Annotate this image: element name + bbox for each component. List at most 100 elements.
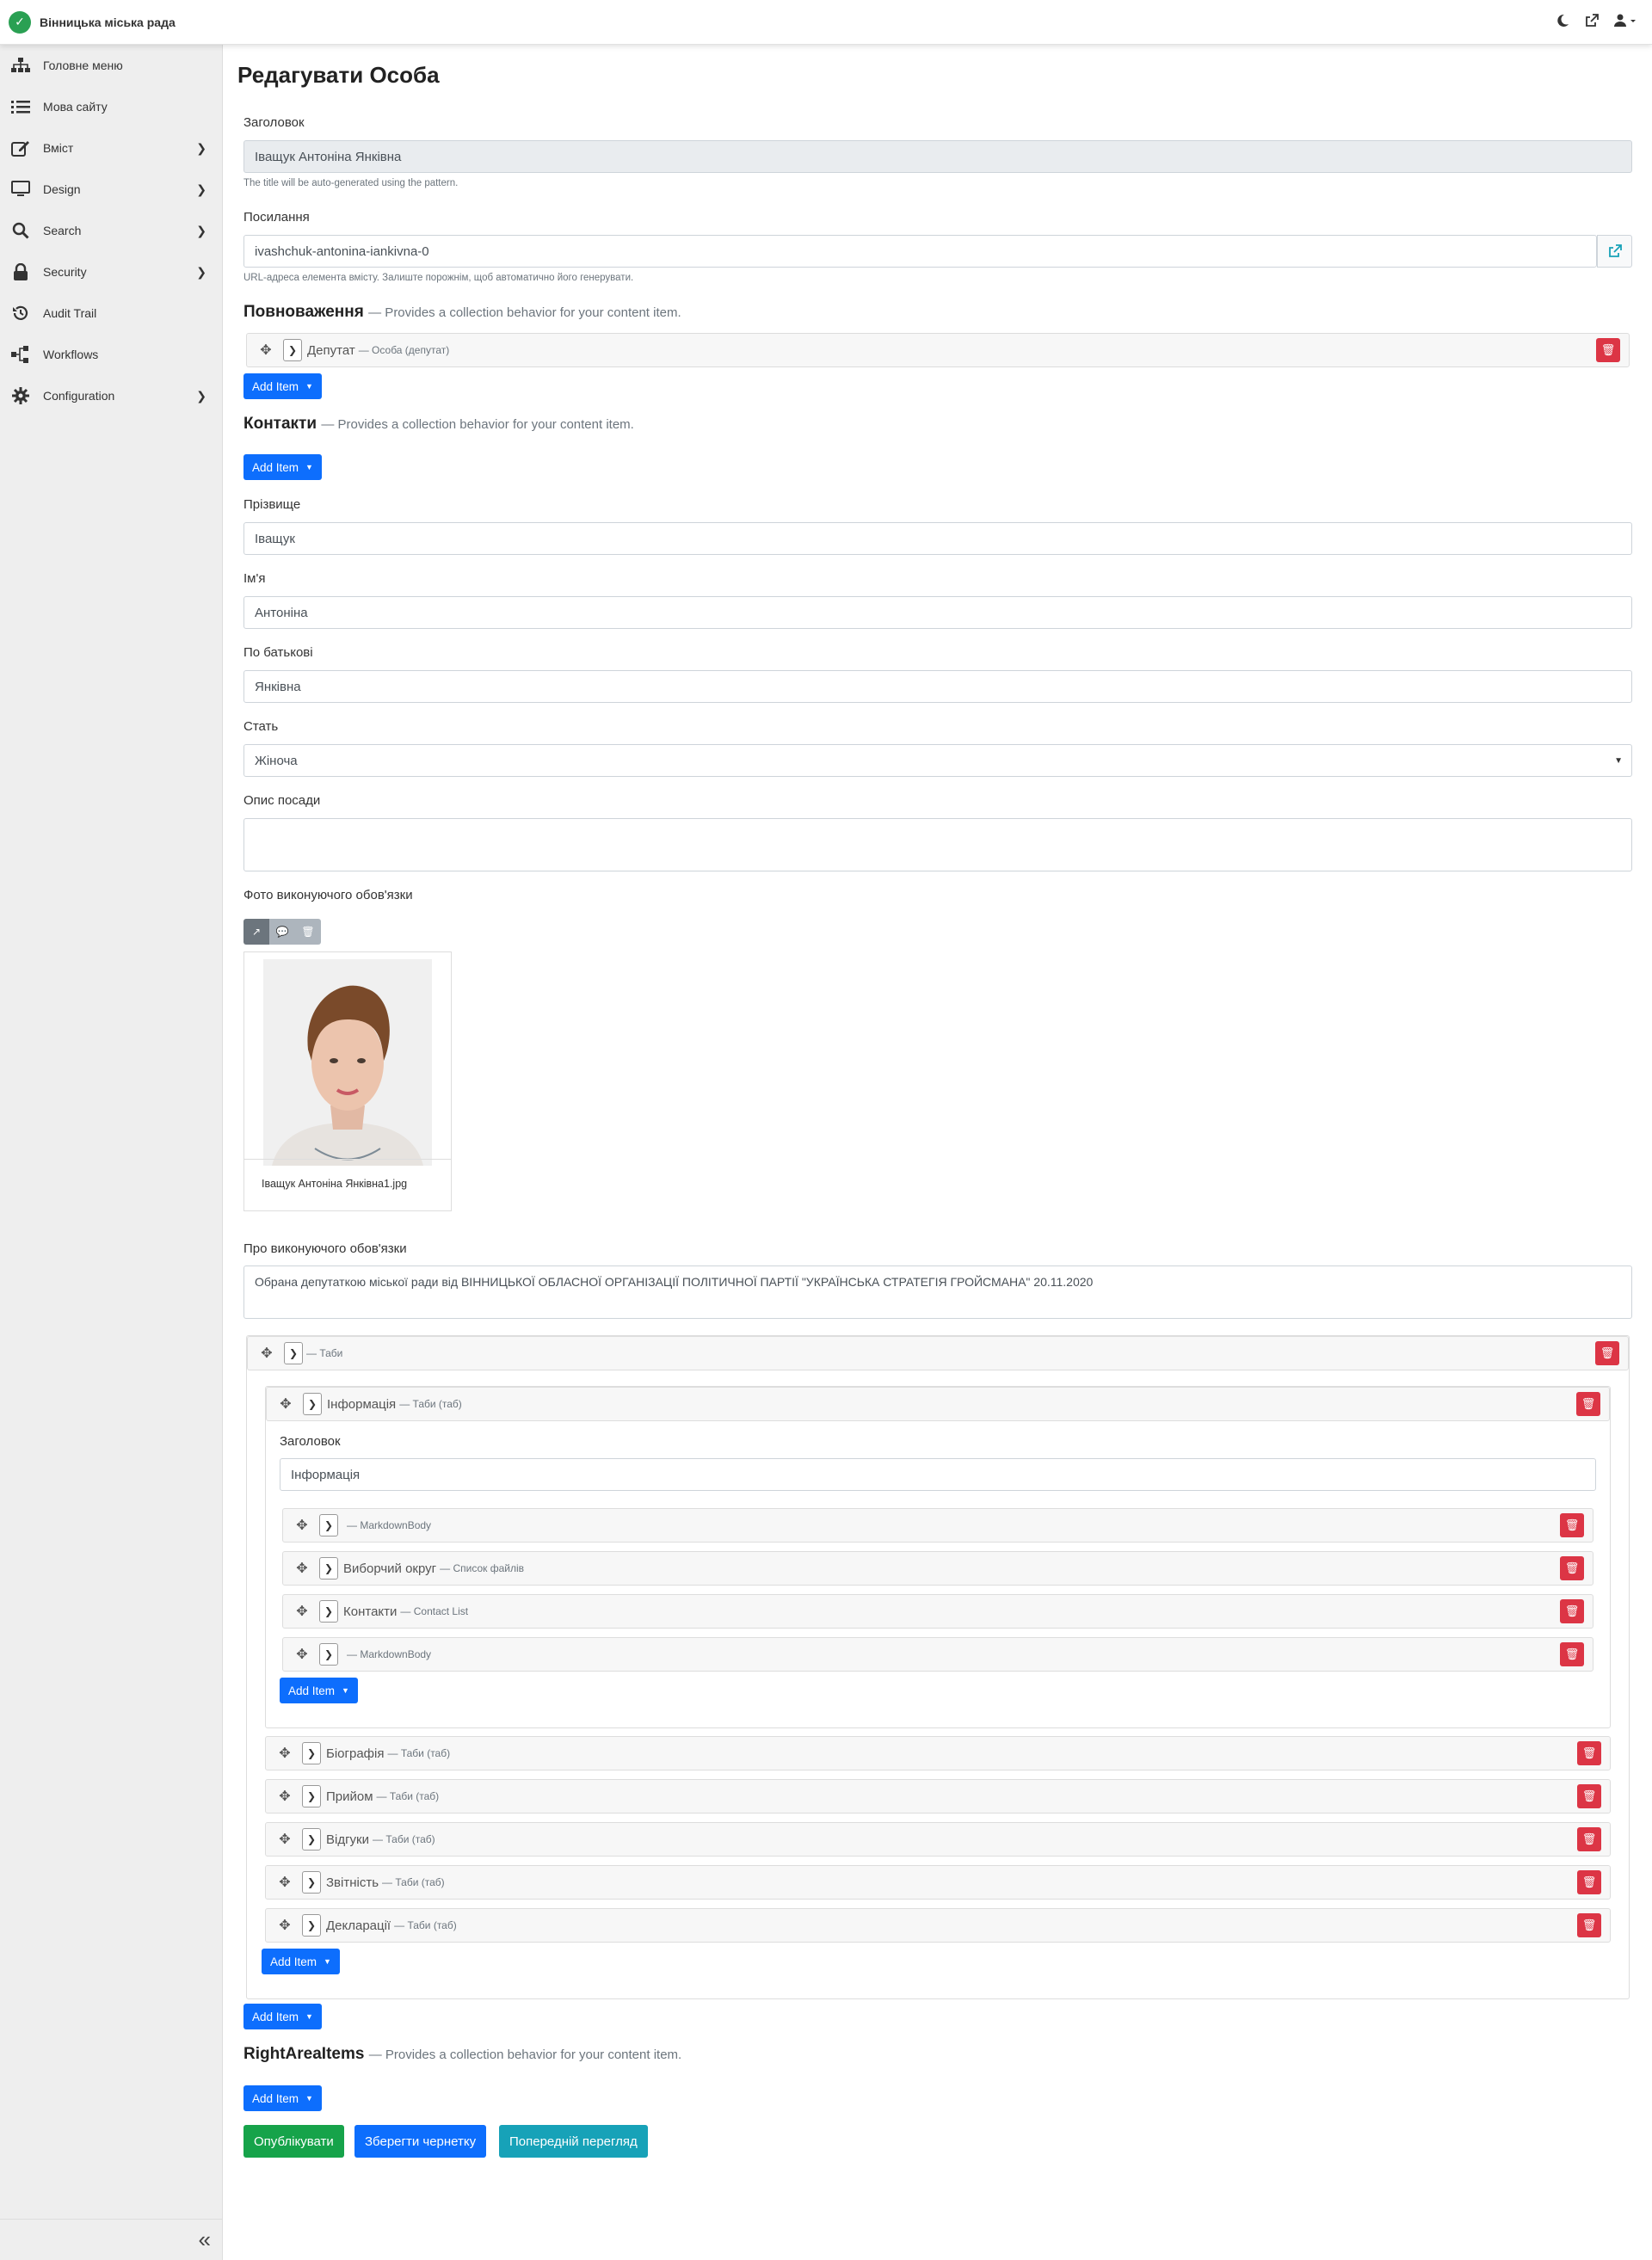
add-item-button[interactable]: Add Item ▼ xyxy=(280,1678,358,1703)
position-textarea[interactable] xyxy=(243,818,1632,871)
patronymic-field[interactable]: Янківна xyxy=(243,670,1632,703)
external-link-icon xyxy=(1608,244,1622,257)
name-label: Ім'я xyxy=(243,571,266,586)
about-textarea[interactable]: Обрана депутаткою міської ради від ВІННИ… xyxy=(243,1265,1632,1319)
chevron-right-icon[interactable]: ❯ xyxy=(302,1785,321,1807)
sidebar-item-design[interactable]: Design ❯ xyxy=(0,169,222,210)
chevron-right-icon[interactable]: ❯ xyxy=(319,1600,338,1623)
chevron-right-icon[interactable]: ❯ xyxy=(302,1828,321,1850)
drag-handle-icon[interactable]: ✥ xyxy=(276,1788,293,1805)
crop-icon[interactable]: ↗ xyxy=(243,919,269,945)
link-hint: URL-адреса елемента вмісту. Залиште поро… xyxy=(243,273,634,283)
chevron-right-icon[interactable]: ❯ xyxy=(302,1871,321,1894)
sidebar-item-мова-сайту[interactable]: Мова сайту xyxy=(0,86,222,127)
drag-handle-icon[interactable]: ✥ xyxy=(276,1874,293,1891)
preview-button[interactable]: Попередній перегляд xyxy=(499,2125,648,2158)
sidebar-item-label: Search xyxy=(43,224,82,237)
drag-handle-icon[interactable]: ✥ xyxy=(293,1560,311,1577)
drag-handle-icon[interactable]: ✥ xyxy=(257,342,274,359)
delete-item-button[interactable]: 🗑 xyxy=(1577,1913,1601,1937)
drag-handle-icon[interactable]: ✥ xyxy=(276,1745,293,1762)
user-menu-icon[interactable] xyxy=(1614,14,1637,32)
drag-handle-icon[interactable]: ✥ xyxy=(258,1345,275,1362)
sidebar-item-audit-trail[interactable]: Audit Trail xyxy=(0,293,222,334)
chevron-right-icon[interactable]: ❯ xyxy=(319,1514,338,1536)
add-item-button[interactable]: Add Item ▼ xyxy=(243,2085,322,2111)
drag-handle-icon[interactable]: ✥ xyxy=(276,1917,293,1934)
contacts-section-title: Контакти — Provides a collection behavio… xyxy=(243,415,634,433)
chevron-right-icon[interactable]: ❯ xyxy=(319,1643,338,1666)
gear-icon xyxy=(10,387,31,404)
delete-item-button[interactable]: 🗑 xyxy=(1596,338,1620,362)
sitemap-icon xyxy=(10,57,31,74)
widget-item: ✥ ❯ — MarkdownBody 🗑 xyxy=(282,1637,1593,1672)
page-title: Редагувати Особа xyxy=(237,62,440,88)
brand-logo-icon: ✓ xyxy=(9,10,31,34)
brand[interactable]: ✓ Вінницька міська рада xyxy=(9,10,176,34)
drag-handle-icon[interactable]: ✥ xyxy=(293,1603,311,1620)
lock-icon xyxy=(10,263,31,280)
chevron-right-icon[interactable]: ❯ xyxy=(302,1742,321,1764)
tabs-item: ✥ ❯ — Таби 🗑 xyxy=(247,1336,1629,1370)
add-item-button[interactable]: Add Item ▼ xyxy=(243,2004,322,2029)
sidebar-item-workflows[interactable]: Workflows xyxy=(0,334,222,375)
publish-button[interactable]: Опублікувати xyxy=(243,2125,344,2158)
delete-item-button[interactable]: 🗑 xyxy=(1577,1741,1601,1765)
drag-handle-icon[interactable]: ✥ xyxy=(277,1395,294,1413)
link-field[interactable]: ivashchuk-antonina-iankivna-0 xyxy=(243,235,1597,268)
external-link-icon[interactable] xyxy=(1585,13,1599,32)
sidebar-item-вміст[interactable]: Вміст ❯ xyxy=(0,127,222,169)
dark-mode-moon-icon[interactable] xyxy=(1556,14,1569,32)
delete-item-button[interactable]: 🗑 xyxy=(1577,1870,1601,1894)
chevron-right-icon[interactable]: ❯ xyxy=(319,1557,338,1580)
delete-item-button[interactable]: 🗑 xyxy=(1577,1784,1601,1808)
surname-field[interactable]: Іващук xyxy=(243,522,1632,555)
sidebar-item-search[interactable]: Search ❯ xyxy=(0,210,222,251)
history-icon xyxy=(10,305,31,322)
monitor-icon xyxy=(10,181,31,198)
chevron-down-icon[interactable]: ❯ xyxy=(303,1393,322,1415)
info-tab-item: ✥ ❯ Інформація — Таби (таб) 🗑 xyxy=(266,1387,1610,1421)
add-item-button[interactable]: Add Item ▼ xyxy=(243,373,322,399)
trash-icon[interactable]: 🗑 xyxy=(295,919,321,945)
delete-item-button[interactable]: 🗑 xyxy=(1560,1556,1584,1580)
delete-item-button[interactable]: 🗑 xyxy=(1577,1827,1601,1851)
delete-item-button[interactable]: 🗑 xyxy=(1560,1599,1584,1623)
edit-icon xyxy=(10,139,31,157)
link-label: Посилання xyxy=(243,210,310,225)
delete-item-button[interactable]: 🗑 xyxy=(1576,1392,1600,1416)
delete-item-button[interactable]: 🗑 xyxy=(1560,1513,1584,1537)
sidebar-item-label: Workflows xyxy=(43,348,99,361)
comment-icon[interactable]: 💬 xyxy=(269,919,295,945)
sidebar-item-label: Мова сайту xyxy=(43,100,108,114)
chevron-right-icon[interactable]: ❯ xyxy=(302,1914,321,1937)
sidebar: Головне меню Мова сайту Вміст ❯ Design ❯ Searc… xyxy=(0,45,223,2260)
delete-item-button[interactable]: 🗑 xyxy=(1595,1341,1619,1365)
brand-name: Вінницька міська рада xyxy=(40,15,176,29)
sidebar-item-configuration[interactable]: Configuration ❯ xyxy=(0,375,222,416)
about-label: Про виконуючого обов'язки xyxy=(243,1241,407,1256)
name-field[interactable]: Антоніна xyxy=(243,596,1632,629)
add-item-button[interactable]: Add Item ▼ xyxy=(243,454,322,480)
save-draft-button[interactable]: Зберегти чернетку xyxy=(354,2125,487,2158)
open-link-button[interactable] xyxy=(1597,235,1632,268)
drag-handle-icon[interactable]: ✥ xyxy=(293,1517,311,1534)
sidebar-item-label: Audit Trail xyxy=(43,306,97,320)
chevron-right-icon: ❯ xyxy=(196,141,206,155)
collapse-sidebar-icon[interactable]: « xyxy=(0,2219,223,2260)
photo-filename: Іващук Антоніна Янківна1.jpg xyxy=(262,1178,408,1190)
title-field: Іващук Антоніна Янківна xyxy=(243,140,1632,173)
chevron-right-icon[interactable]: ❯ xyxy=(283,339,302,361)
title-hint: The title will be auto-generated using t… xyxy=(243,178,459,188)
tab-item: ✥ ❯ Декларації — Таби (таб) 🗑 xyxy=(265,1908,1611,1943)
drag-handle-icon[interactable]: ✥ xyxy=(276,1831,293,1848)
chevron-down-icon[interactable]: ❯ xyxy=(284,1342,303,1364)
delete-item-button[interactable]: 🗑 xyxy=(1560,1642,1584,1666)
info-header-field[interactable]: Інформація xyxy=(280,1458,1596,1491)
gender-select[interactable]: Жіноча ▼ xyxy=(243,744,1632,777)
powers-item: ✥ ❯ Депутат — Особа (депутат) 🗑 xyxy=(246,333,1630,367)
drag-handle-icon[interactable]: ✥ xyxy=(293,1646,311,1663)
sidebar-item-головне-меню[interactable]: Головне меню xyxy=(0,45,222,86)
add-item-button[interactable]: Add Item ▼ xyxy=(262,1949,340,1974)
sidebar-item-security[interactable]: Security ❯ xyxy=(0,251,222,293)
